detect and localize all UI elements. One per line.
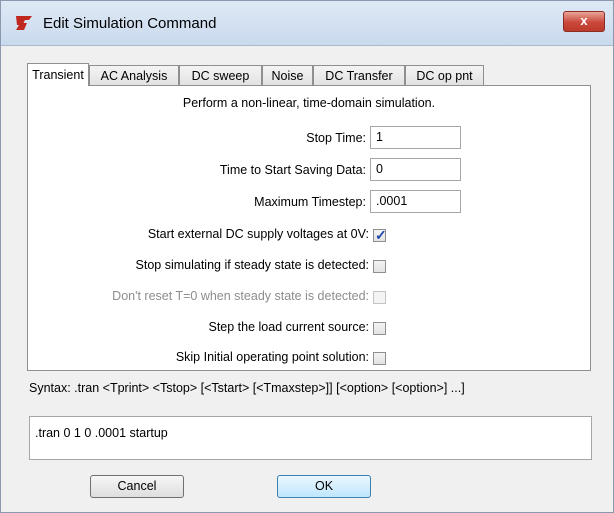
step-load-checkbox[interactable] [373,322,386,335]
start-saving-label: Time to Start Saving Data: [219,163,366,177]
dc-supply-0v-checkbox[interactable]: ✓ [373,227,387,243]
max-timestep-input[interactable]: .0001 [370,190,461,213]
skip-op-checkbox[interactable] [373,352,386,365]
cancel-button[interactable]: Cancel [90,475,184,498]
command-textbox[interactable]: .tran 0 1 0 .0001 startup [29,416,592,460]
start-saving-input[interactable]: 0 [370,158,461,181]
option-label-step-load: Step the load current source: [208,320,369,334]
tab-transient[interactable]: Transient [27,63,89,86]
tab-noise[interactable]: Noise [262,65,313,85]
syntax-text: Syntax: .tran <Tprint> <Tstop> [<Tstart>… [29,381,465,395]
option-label-reset-t0: Don't reset T=0 when steady state is det… [112,289,369,303]
tab-ac-analysis[interactable]: AC Analysis [89,65,179,85]
panel-description: Perform a non-linear, time-domain simula… [182,96,436,110]
option-label-steady-state: Stop simulating if steady state is detec… [135,258,369,272]
window-title: Edit Simulation Command [43,15,217,32]
max-timestep-label: Maximum Timestep: [254,195,366,209]
tab-dc-transfer[interactable]: DC Transfer [313,65,405,85]
dialog-window: Edit Simulation Command x Transient AC A… [0,0,614,513]
ltspice-logo-icon [16,16,32,30]
checkmark-icon: ✓ [375,227,387,243]
tab-dc-sweep[interactable]: DC sweep [179,65,262,85]
close-icon: x [580,13,588,28]
title-bar[interactable]: Edit Simulation Command x [1,1,613,46]
option-label-dc-supply-0v: Start external DC supply voltages at 0V: [147,227,369,241]
tab-dc-op-pnt[interactable]: DC op pnt [405,65,484,85]
stop-time-label: Stop Time: [306,131,366,145]
option-label-skip-op: Skip Initial operating point solution: [175,350,369,364]
ok-button[interactable]: OK [277,475,371,498]
close-button[interactable]: x [563,11,605,32]
reset-t0-checkbox [373,291,386,304]
stop-time-input[interactable]: 1 [370,126,461,149]
steady-state-checkbox[interactable] [373,260,386,273]
transient-panel: Perform a non-linear, time-domain simula… [27,85,591,371]
